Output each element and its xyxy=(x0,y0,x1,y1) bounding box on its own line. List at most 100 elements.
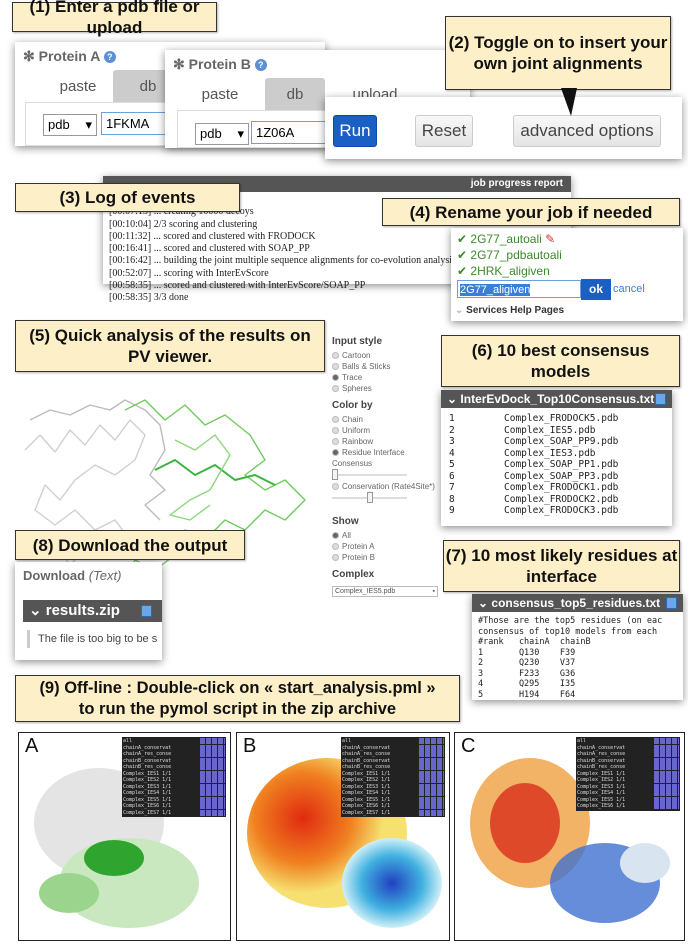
pymol-action-buttons[interactable] xyxy=(419,738,444,744)
pymol-object[interactable]: Complex_IES7 1/1 xyxy=(342,809,444,817)
pdb-id-input-b[interactable]: 1Z06A xyxy=(251,121,331,144)
pymol-object-list[interactable]: all chainA_conservat chainA_res_conse chain… xyxy=(341,737,445,817)
radio-cartoon[interactable]: Cartoon xyxy=(332,350,442,361)
pymol-action-buttons[interactable] xyxy=(419,790,444,796)
callout-7: (7) 10 most likely residues at interface xyxy=(443,540,680,592)
save-icon[interactable] xyxy=(141,605,152,617)
callout-9: (9) Off-line : Double-click on « start_a… xyxy=(15,675,460,722)
chevron-down-icon: ⌄ xyxy=(478,596,489,610)
pymol-action-buttons[interactable] xyxy=(654,803,679,809)
pymol-object[interactable]: Complex_IES6 1/1 xyxy=(577,803,679,810)
pymol-action-buttons[interactable] xyxy=(419,809,444,816)
radio-spheres[interactable]: Spheres xyxy=(332,383,442,394)
help-icon[interactable]: ? xyxy=(254,59,267,72)
tab-db[interactable]: db xyxy=(265,78,325,110)
db-select[interactable]: pdb ▾ xyxy=(195,123,249,145)
tab-paste[interactable]: paste xyxy=(185,78,255,110)
radio-label: Residue Interface xyxy=(342,448,405,457)
pymol-action-buttons[interactable] xyxy=(654,783,679,790)
consensus-row: 1 Complex_FRODOCK5.pdb xyxy=(449,413,664,425)
consensus-row: 7 Complex_FRODOCK1.pdb xyxy=(449,482,664,494)
pymol-action-buttons[interactable] xyxy=(200,796,225,803)
radio-icon xyxy=(332,483,339,491)
run-button[interactable]: Run xyxy=(333,115,377,147)
ok-button[interactable]: ok xyxy=(581,279,611,300)
reset-button[interactable]: Reset xyxy=(415,115,473,147)
pymol-action-buttons[interactable] xyxy=(419,803,444,809)
file-header[interactable]: ⌄ InterEvDock_Top10Consensus.txt xyxy=(441,390,672,408)
rank: 5 xyxy=(449,459,455,470)
slider-thumb[interactable] xyxy=(366,492,373,503)
radio-residue-interface[interactable]: Residue Interface xyxy=(332,447,442,458)
file-header[interactable]: ⌄ consensus_top5_residues.txt xyxy=(472,594,683,612)
pymol-action-buttons[interactable] xyxy=(200,790,225,796)
pymol-action-buttons[interactable] xyxy=(200,803,225,809)
pymol-action-buttons[interactable] xyxy=(200,809,225,816)
pymol-action-buttons[interactable] xyxy=(419,783,444,790)
pymol-action-buttons[interactable] xyxy=(419,770,444,777)
consensus-row: 2 Complex_IES5.pdb xyxy=(449,425,664,437)
slider-thumb[interactable] xyxy=(332,469,338,480)
radio-uniform[interactable]: Uniform xyxy=(332,425,442,436)
pymol-action-buttons[interactable] xyxy=(419,751,444,757)
radio-all[interactable]: All xyxy=(332,530,442,541)
callout-9-line2: to run the pymol script in the zip archi… xyxy=(78,699,397,718)
pdb-id-input-a[interactable]: 1FKMA xyxy=(101,112,171,135)
pymol-action-buttons[interactable] xyxy=(654,751,679,757)
results-zip-header[interactable]: ⌄ results.zip xyxy=(23,600,162,622)
radio-protein-a[interactable]: Protein A xyxy=(332,541,442,552)
pymol-object-list[interactable]: all chainA_conservat chainA_res_conse chain… xyxy=(122,737,226,817)
file-name: InterEvDock_Top10Consensus.txt xyxy=(460,392,655,406)
radio-balls-sticks[interactable]: Balls & Sticks xyxy=(332,361,442,372)
pymol-object[interactable]: Complex_IES7 1/1 xyxy=(123,809,225,817)
pymol-object-name: chainA_res_conse xyxy=(342,751,391,757)
pymol-object-list[interactable]: all chainA_conservat chainA_res_conse chain… xyxy=(576,737,680,811)
pymol-action-buttons[interactable] xyxy=(200,764,225,770)
tab-paste[interactable]: paste xyxy=(43,70,113,102)
radio-trace[interactable]: Trace xyxy=(332,372,442,383)
pymol-action-buttons[interactable] xyxy=(200,770,225,777)
pymol-action-buttons[interactable] xyxy=(654,738,679,744)
pymol-action-buttons[interactable] xyxy=(200,738,225,744)
pymol-action-buttons[interactable] xyxy=(419,757,444,764)
complex-label: Complex xyxy=(332,569,375,580)
pymol-action-buttons[interactable] xyxy=(654,757,679,764)
save-icon[interactable] xyxy=(666,597,677,609)
conservation-slider[interactable] xyxy=(332,492,407,504)
radio-chain[interactable]: Chain xyxy=(332,414,442,425)
pymol-action-buttons[interactable] xyxy=(654,790,679,796)
job-item[interactable]: ✔ 2G77_autoali ✎ xyxy=(457,232,555,246)
pymol-action-buttons[interactable] xyxy=(654,796,679,803)
job-item[interactable]: ✔ 2G77_pdbautoali xyxy=(457,248,562,262)
job-item[interactable]: ✔ 2HRK_aligiven xyxy=(457,264,550,278)
pymol-action-buttons[interactable] xyxy=(654,744,679,751)
radio-label: Trace xyxy=(342,373,363,382)
save-icon[interactable] xyxy=(655,393,666,405)
pymol-action-buttons[interactable] xyxy=(419,744,444,751)
pymol-action-buttons[interactable] xyxy=(200,777,225,783)
rename-input[interactable]: 2G77_aligiven xyxy=(457,280,581,298)
help-pages-link[interactable]: ⌄ Services Help Pages xyxy=(455,305,564,316)
pymol-action-buttons[interactable] xyxy=(654,764,679,770)
db-select[interactable]: pdb ▾ xyxy=(43,114,97,136)
radio-icon xyxy=(332,438,339,446)
complex-select[interactable]: Complex_IES5.pdb ▪ xyxy=(332,586,438,597)
pymol-action-buttons[interactable] xyxy=(200,751,225,757)
pymol-action-buttons[interactable] xyxy=(200,783,225,790)
radio-rainbow[interactable]: Rainbow xyxy=(332,436,442,447)
pymol-action-buttons[interactable] xyxy=(419,777,444,783)
pymol-object-name: Complex_IES4 1/1 xyxy=(123,790,172,796)
help-icon[interactable]: ? xyxy=(103,51,116,64)
pymol-action-buttons[interactable] xyxy=(654,777,679,783)
radio-protein-b[interactable]: Protein B xyxy=(332,552,442,563)
pymol-action-buttons[interactable] xyxy=(200,757,225,764)
pymol-action-buttons[interactable] xyxy=(654,770,679,777)
pymol-action-buttons[interactable] xyxy=(419,764,444,770)
radio-conservation[interactable]: Conservation (Rate4Site*) xyxy=(332,481,442,492)
consensus-slider[interactable] xyxy=(332,469,407,481)
residue-line: 4 Q295 I35 xyxy=(478,679,576,689)
cancel-link[interactable]: cancel xyxy=(613,283,645,295)
pymol-action-buttons[interactable] xyxy=(419,796,444,803)
pymol-action-buttons[interactable] xyxy=(200,744,225,751)
edit-pencil-icon[interactable]: ✎ xyxy=(545,232,555,246)
